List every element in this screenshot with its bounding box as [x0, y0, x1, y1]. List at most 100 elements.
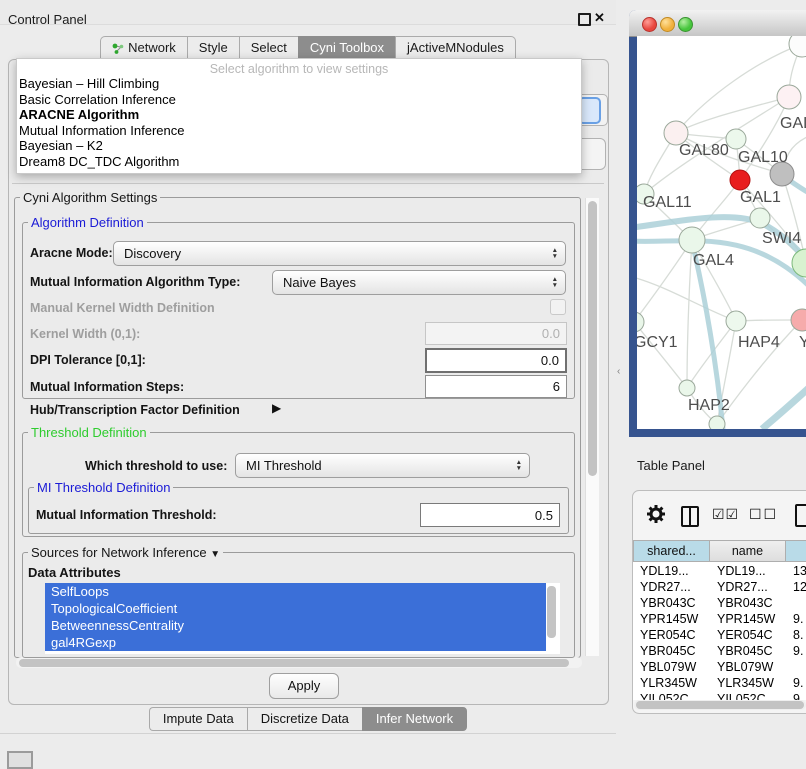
float-window-icon[interactable] [578, 13, 591, 26]
algorithm-option-basic-correlation-inference[interactable]: Basic Correlation Inference [17, 92, 581, 108]
table-horizontal-scrollbar[interactable] [634, 700, 806, 710]
column-header-shared[interactable]: shared... [633, 540, 710, 562]
table-row[interactable]: YDR27...YDR27...12... [633, 579, 806, 595]
kernel-width-field[interactable] [425, 322, 567, 345]
mi-threshold-label: Mutual Information Threshold: [36, 508, 217, 522]
node-label-gal4: GAL4 [693, 252, 734, 269]
network-node[interactable] [789, 36, 806, 57]
threshold-combo[interactable]: MI Threshold ▲▼ [235, 453, 530, 478]
document-icon[interactable] [795, 504, 806, 527]
table-cell: YBR045C [633, 643, 710, 659]
mi-threshold-field[interactable] [420, 503, 560, 527]
table-cell: YER054C [710, 627, 786, 643]
attributes-list-scrollbar[interactable] [547, 586, 556, 638]
tab-label: Network [128, 37, 176, 59]
network-node[interactable] [726, 311, 746, 331]
mi-type-combo[interactable]: Naive Bayes ▲▼ [272, 270, 566, 295]
table-row[interactable]: YPR145WYPR145W9. [633, 611, 806, 627]
tab-style[interactable]: Style [187, 36, 239, 59]
table-cell: YER054C [633, 627, 710, 643]
network-node[interactable] [637, 312, 644, 332]
table-row[interactable]: YDL19...YDL19...13... [633, 563, 806, 579]
network-node[interactable] [777, 85, 801, 109]
minimized-panel-icon[interactable] [7, 751, 33, 769]
panel-divider-handle[interactable]: ‹ [617, 366, 620, 377]
mi-steps-field[interactable] [425, 375, 567, 398]
aracne-mode-label: Aracne Mode: [30, 246, 113, 260]
tab-impute-data[interactable]: Impute Data [149, 707, 247, 731]
tab-discretize-data[interactable]: Discretize Data [247, 707, 362, 731]
bottom-tab-bar: Impute DataDiscretize DataInfer Network [8, 707, 608, 731]
group-title-threshold: Threshold Definition [28, 425, 150, 440]
column-header-name[interactable]: name [710, 540, 786, 562]
tab-cyni-toolbox[interactable]: Cyni Toolbox [298, 36, 395, 59]
gear-icon[interactable] [645, 503, 667, 525]
table-header-row: shared...name [633, 540, 806, 562]
algorithm-option-dream8-dc-tdc-algorithm[interactable]: Dream8 DC_TDC Algorithm [17, 154, 581, 170]
network-node[interactable] [679, 380, 695, 396]
table-cell: 12... [786, 579, 806, 595]
attribute-item-selfloops[interactable]: SelfLoops [45, 583, 546, 600]
network-canvas[interactable]: GALGAL80GAL10GAL1GAL11SWI4GAL4GCY1HAP4YH… [637, 36, 806, 429]
column-header-extra[interactable] [786, 540, 806, 562]
close-icon[interactable]: ✕ [594, 10, 605, 26]
attribute-item-betweennesscentrality[interactable]: BetweennessCentrality [45, 617, 546, 634]
network-node[interactable] [726, 129, 746, 149]
tab-network[interactable]: Network [100, 36, 187, 59]
table-cell: YPR145W [633, 611, 710, 627]
select-all-checkbox-icon[interactable]: ☑☑ [712, 507, 739, 523]
network-node[interactable] [791, 309, 806, 331]
aracne-mode-combo[interactable]: Discovery ▲▼ [113, 241, 566, 266]
table-cell: YLR345W [710, 675, 786, 691]
table-row[interactable]: YER054CYER054C8. [633, 627, 806, 643]
spinner-icon: ▲▼ [552, 248, 558, 259]
window-zoom-icon[interactable] [678, 17, 693, 32]
highlighted-edges [637, 176, 806, 429]
table-row[interactable]: YBR045CYBR045C9. [633, 643, 806, 659]
hub-definition-label: Hub/Transcription Factor Definition [30, 403, 240, 417]
node-label-hap2: HAP2 [688, 397, 730, 414]
control-panel-tab-bar: Network Style Select Cyni Toolbox jActiveMNo… [8, 36, 608, 59]
network-node[interactable] [730, 170, 750, 190]
tab-jactivemnodules[interactable]: jActiveMNodules [395, 36, 516, 59]
dpi-tolerance-field[interactable] [425, 348, 567, 373]
network-node[interactable] [679, 227, 705, 253]
disclosure-right-icon[interactable]: ▶ [272, 401, 281, 415]
algorithm-option-mutual-information-inference[interactable]: Mutual Information Inference [17, 123, 581, 139]
column-layout-icon[interactable] [681, 506, 699, 527]
tab-label: jActiveMNodules [407, 37, 504, 59]
node-label-swi4: SWI4 [762, 230, 801, 247]
attribute-item-topologicalcoefficient[interactable]: TopologicalCoefficient [45, 600, 546, 617]
algorithm-option-bayesian-k2[interactable]: Bayesian – K2 [17, 138, 581, 154]
tab-select[interactable]: Select [239, 36, 298, 59]
attribute-item-gal4rgexp[interactable]: gal4RGexp [45, 634, 546, 651]
settings-vertical-scrollbar[interactable] [585, 198, 599, 656]
window-close-icon[interactable] [642, 17, 657, 32]
algorithm-select-popup: Select algorithm to view settings Bayesi… [16, 58, 582, 174]
manual-kernel-label: Manual Kernel Width Definition [30, 301, 215, 315]
algorithm-option-aracne-algorithm[interactable]: ARACNE Algorithm [17, 107, 581, 123]
disclosure-down-icon[interactable]: ▼ [210, 549, 220, 560]
tab-infer-network[interactable]: Infer Network [362, 707, 467, 731]
node-label-hap4: HAP4 [738, 334, 780, 351]
manual-kernel-checkbox[interactable] [550, 299, 566, 315]
table-cell: 9. [786, 675, 806, 691]
unselect-all-checkbox-icon[interactable]: ☐☐ [749, 507, 778, 523]
table-cell: 9. [786, 611, 806, 627]
tab-label: Select [251, 37, 287, 59]
algorithm-option-bayesian-hill-climbing[interactable]: Bayesian – Hill Climbing [17, 76, 581, 92]
apply-button[interactable]: Apply [269, 673, 339, 699]
table-row[interactable]: YBL079WYBL079W [633, 659, 806, 675]
network-node[interactable] [709, 416, 725, 429]
table-cell: YDR27... [633, 579, 710, 595]
table-row[interactable]: YLR345WYLR345W9. [633, 675, 806, 691]
window-minimize-icon[interactable] [660, 17, 675, 32]
aracne-mode-value: Discovery [124, 246, 181, 261]
table-row[interactable]: YBR043CYBR043C [633, 595, 806, 611]
network-node[interactable] [750, 208, 770, 228]
control-panel-bottom-edge [0, 733, 616, 734]
settings-horizontal-scrollbar[interactable] [16, 657, 582, 668]
which-threshold-label: Which threshold to use: [85, 459, 227, 473]
node-label-gcy1: GCY1 [637, 334, 678, 351]
data-attributes-list[interactable]: SelfLoopsTopologicalCoefficientBetweenne… [45, 583, 560, 654]
